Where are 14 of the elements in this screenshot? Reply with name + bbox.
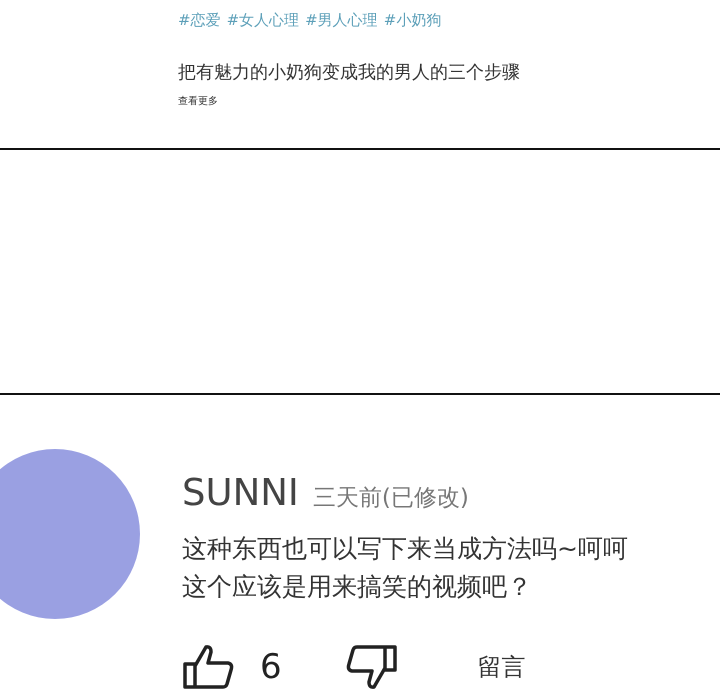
hashtag-link[interactable]: #小奶狗 [384,8,442,32]
thumbs-down-icon[interactable] [346,644,398,690]
hashtag-link[interactable]: #女人心理 [226,8,300,32]
reply-button[interactable]: 留言 [478,651,526,683]
comment-time: 三天前(已修改) [312,484,469,513]
comment-text: 这种东西也可以写下来当成方法吗~呵呵 [182,533,628,565]
comment-text: 这个应该是用来搞笑的视频吧？ [182,571,533,603]
author-name: SUNNI [182,471,299,514]
like-count: 6 [260,647,282,687]
post-title: 把有魅力的小奶狗变成我的男人的三个步骤 [178,61,521,85]
thumbs-up-icon[interactable] [182,644,234,690]
hashtag-link[interactable]: #男人心理 [305,8,378,32]
see-more-link[interactable]: 查看更多 [178,94,218,108]
hashtag-link[interactable]: #恋爱 [178,8,221,32]
